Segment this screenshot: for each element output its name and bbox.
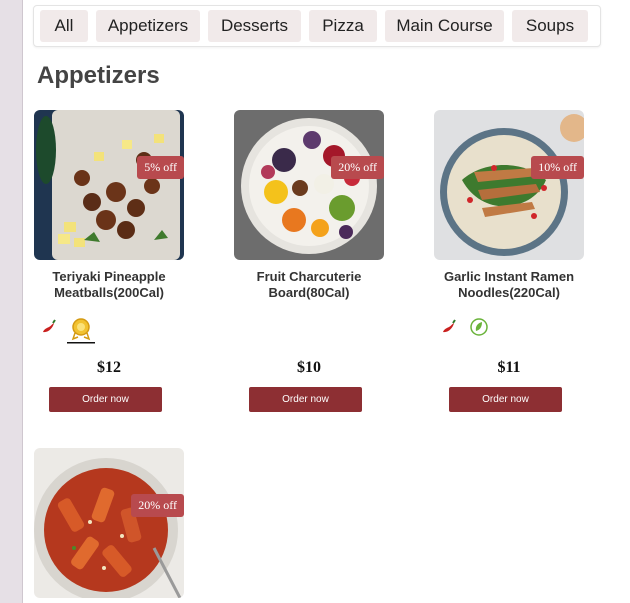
tab-appetizers[interactable]: Appetizers [96, 10, 200, 42]
item-price: $11 [497, 359, 521, 376]
order-now-button[interactable]: Order now [449, 387, 562, 412]
discount-badge: 10% off [531, 156, 584, 179]
dietary-icons [440, 318, 500, 342]
award-badge-icon [65, 318, 97, 349]
category-tabs: All Appetizers Desserts Pizza Main Cours… [33, 5, 601, 47]
left-sidebar-edge [0, 0, 23, 603]
discount-badge: 20% off [331, 156, 384, 179]
section-title: Appetizers [37, 62, 160, 89]
chili-icon [40, 318, 58, 341]
vegan-leaf-icon [469, 317, 489, 342]
tab-pizza[interactable]: Pizza [309, 10, 377, 42]
food-image[interactable]: 20% off [234, 110, 384, 260]
food-image[interactable]: 20% off [34, 448, 184, 598]
tab-all[interactable]: All [40, 10, 88, 42]
dietary-icons [40, 318, 100, 344]
item-price: $12 [97, 359, 121, 376]
tab-soups[interactable]: Soups [512, 10, 588, 42]
tab-desserts[interactable]: Desserts [208, 10, 301, 42]
discount-badge: 20% off [131, 494, 184, 517]
food-image[interactable]: 5% off [34, 110, 184, 260]
item-name: Garlic Instant Ramen Noodles(220Cal) [443, 269, 575, 300]
discount-badge: 5% off [137, 156, 184, 179]
item-price: $10 [297, 359, 321, 376]
item-name: Fruit Charcuterie Board(80Cal) [256, 269, 362, 300]
tab-main-course[interactable]: Main Course [385, 10, 504, 42]
food-image[interactable]: 10% off [434, 110, 584, 260]
order-now-button[interactable]: Order now [249, 387, 362, 412]
item-name: Teriyaki Pineapple Meatballs(200Cal) [52, 269, 166, 300]
order-now-button[interactable]: Order now [49, 387, 162, 412]
chili-icon [440, 318, 458, 341]
